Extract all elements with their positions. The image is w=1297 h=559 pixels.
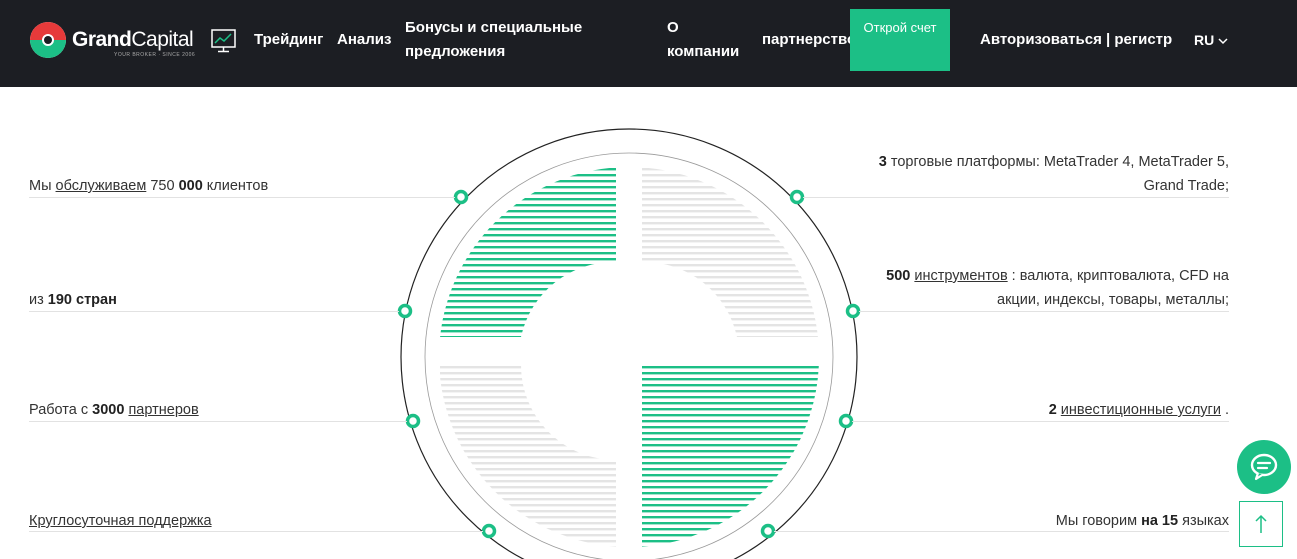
node-left-4 bbox=[481, 523, 497, 539]
node-left-1 bbox=[453, 189, 469, 205]
fact-platforms: 3 торговые платформы: MetaTrader 4, Meta… bbox=[878, 154, 1229, 194]
link-investment-services[interactable]: инвестиционные услуги bbox=[1061, 402, 1221, 418]
scroll-to-top-button[interactable] bbox=[1239, 501, 1283, 547]
outer-ring bbox=[400, 128, 858, 559]
link-partners[interactable]: партнеров bbox=[128, 402, 198, 418]
chat-button[interactable] bbox=[1237, 440, 1291, 494]
fact-investment: 2 инвестиционные услуги . bbox=[1048, 402, 1229, 418]
fact-support: Круглосуточная поддержка bbox=[29, 509, 419, 533]
fact-partners: Работа с 3000 партнеров bbox=[29, 402, 199, 418]
node-right-1 bbox=[789, 189, 805, 205]
arrow-up-icon bbox=[1255, 514, 1267, 533]
node-right-4 bbox=[760, 523, 776, 539]
link-support[interactable]: Круглосуточная поддержка bbox=[29, 513, 212, 529]
link-serve[interactable]: обслуживаем bbox=[56, 178, 147, 194]
fact-countries: из 190 стран bbox=[29, 292, 117, 308]
fact-clients: Мы обслуживаем 750 000 клиентов bbox=[29, 178, 269, 194]
quadrant-bottom-left bbox=[440, 365, 616, 547]
link-instruments[interactable]: инструментов bbox=[914, 268, 1007, 284]
chat-icon bbox=[1250, 453, 1278, 481]
quadrant-bottom-right bbox=[642, 365, 819, 547]
fact-instruments: 500 инструментов : валюта, криптовалюта,… bbox=[886, 268, 1229, 308]
fact-languages: Мы говорим на 15 языках bbox=[1055, 513, 1229, 529]
inner-ring bbox=[424, 152, 834, 559]
